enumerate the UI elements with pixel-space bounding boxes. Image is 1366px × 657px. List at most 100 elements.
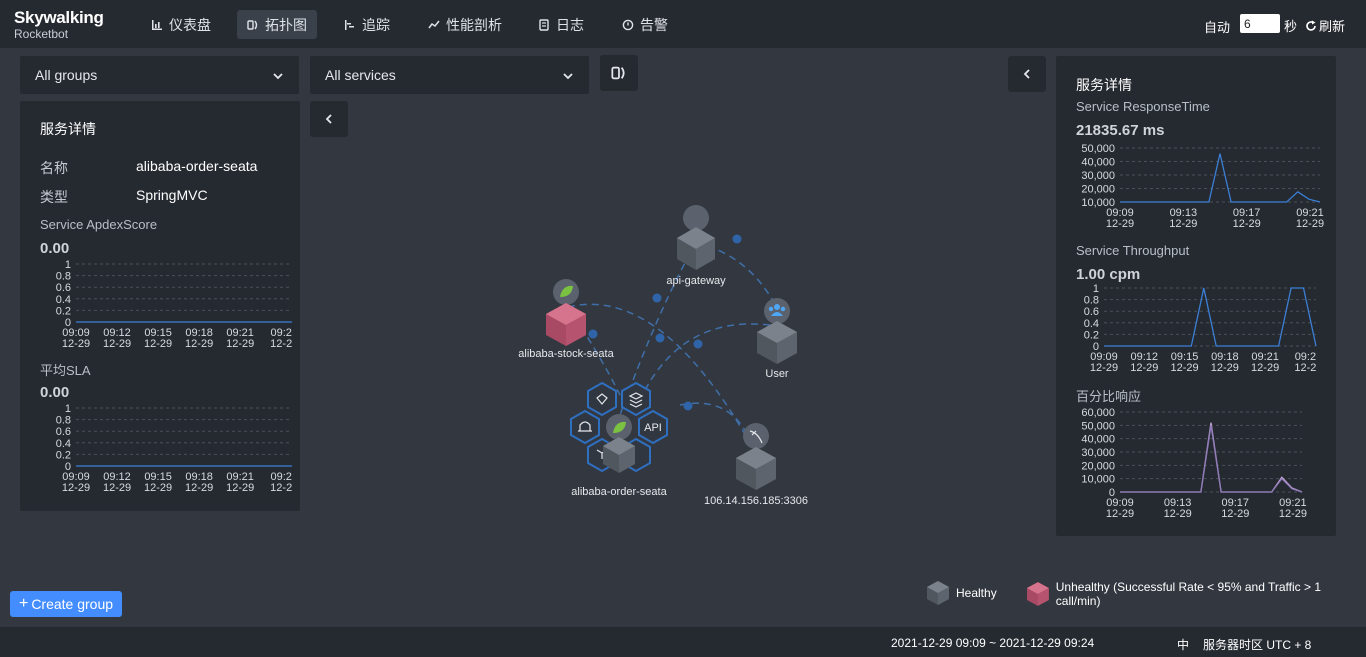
alarm-icon (622, 19, 634, 30)
x-tick-label: 12-29 (1164, 508, 1192, 520)
type-label: 类型 (40, 189, 68, 205)
x-tick-label: 12-29 (1221, 508, 1249, 520)
time-range[interactable]: 2021-12-29 09:09 ~ 2021-12-29 09:24 (891, 636, 1094, 650)
y-tick-label: 0.6 (1084, 306, 1099, 318)
x-tick-label: 12-2 (270, 338, 292, 350)
x-tick-label: 12-29 (185, 338, 213, 350)
nav-trace-label: 追踪 (362, 16, 390, 33)
topology-icon (611, 66, 625, 80)
percentile-label: 百分比响应 (1076, 389, 1142, 404)
api-icon: API (644, 422, 662, 434)
create-group-button[interactable]: + Create group (10, 591, 122, 617)
nav-profile[interactable]: 性能剖析 (418, 10, 512, 39)
auto-refresh-interval-input[interactable] (1240, 14, 1280, 33)
x-tick-label: 12-2 (1294, 362, 1316, 374)
logo[interactable]: Skywalking Rocketbot (14, 9, 104, 42)
create-group-label: Create group (31, 596, 114, 612)
footer: 2021-12-29 09:09 ~ 2021-12-29 09:24 中 服务… (0, 627, 1366, 657)
throughput-value: 1.00 cpm (1076, 266, 1141, 283)
service-detail-panel-left: 服务详情 名称 alibaba-order-seata 类型 SpringMVC… (20, 101, 300, 511)
x-tick-label: 12-29 (1169, 218, 1197, 230)
node-label: 106.14.156.185:3306 (704, 495, 808, 507)
nav-log[interactable]: 日志 (528, 10, 594, 39)
x-tick-label: 12-29 (103, 482, 131, 494)
name-value: alibaba-order-seata (136, 158, 258, 174)
bar-chart-icon (152, 19, 162, 30)
nav-topology[interactable]: 拓扑图 (237, 10, 317, 39)
x-tick-label: 12-29 (226, 482, 254, 494)
x-tick-label: 12-29 (1211, 362, 1239, 374)
node-label: api-gateway (666, 275, 726, 287)
legend-healthy: Healthy (926, 580, 997, 606)
service-select[interactable]: All services (310, 56, 589, 94)
nav-dashboard-label: 仪表盘 (169, 16, 211, 33)
node-user[interactable]: User (757, 298, 797, 380)
x-tick-label: 12-29 (1251, 362, 1279, 374)
profile-icon (428, 20, 440, 28)
x-tick-label: 12-29 (1090, 362, 1118, 374)
y-tick-label: 30,000 (1081, 170, 1115, 182)
refresh-button[interactable]: 刷新 (1305, 16, 1345, 35)
top-nav: Skywalking Rocketbot 仪表盘 拓扑图 追踪 性能剖析 日志 … (0, 0, 1366, 48)
y-tick-label: 0.8 (1084, 295, 1099, 307)
service-detail-panel-right: 服务详情 Service ResponseTime 21835.67 ms 50… (1056, 56, 1336, 536)
series-line (1104, 287, 1317, 347)
node-label: alibaba-stock-seata (518, 348, 614, 360)
seconds-label: 秒 (1284, 19, 1298, 34)
y-tick-label: 0.6 (56, 282, 71, 294)
node-mysql[interactable]: 106.14.156.185:3306 (704, 423, 808, 507)
series-line (1120, 422, 1303, 493)
throughput-label: Service Throughput (1076, 243, 1190, 258)
y-tick-label: 0.8 (56, 415, 71, 427)
x-tick-label: 12-29 (226, 338, 254, 350)
throughput-chart: 10.80.60.40.2009:0912-2909:1212-2909:151… (1084, 283, 1317, 374)
service-select-value: All services (325, 67, 396, 83)
nav-alarm[interactable]: 告警 (612, 10, 678, 39)
y-tick-label: 20,000 (1081, 460, 1115, 472)
x-tick-label: 12-29 (1170, 362, 1198, 374)
node-alibaba-stock-seata[interactable]: alibaba-stock-seata (518, 279, 615, 360)
node-alibaba-order-seata[interactable]: API alibaba-order-seata (570, 381, 668, 498)
y-tick-label: 60,000 (1081, 407, 1115, 419)
apdex-label: Service ApdexScore (40, 217, 158, 232)
nav-topology-label: 拓扑图 (265, 16, 307, 33)
y-tick-label: 0.6 (56, 426, 71, 438)
x-tick-label: 12-2 (270, 482, 292, 494)
y-tick-label: 1 (65, 259, 71, 271)
y-tick-label: 10,000 (1081, 474, 1115, 486)
percentile-chart: 60,00050,00040,00030,00020,00010,000009:… (1081, 407, 1307, 520)
nav-alarm-label: 告警 (640, 16, 668, 33)
sla-label: 平均SLA (40, 363, 91, 378)
y-tick-label: 40,000 (1081, 157, 1115, 169)
legend-healthy-label: Healthy (956, 586, 997, 600)
x-tick-label: 12-29 (1106, 218, 1134, 230)
collapse-right-button[interactable] (1008, 56, 1046, 92)
node-label: User (765, 368, 789, 380)
hex-gateway (587, 381, 617, 417)
x-tick-label: 12-29 (144, 482, 172, 494)
response-time-label: Service ResponseTime (1076, 99, 1210, 114)
nav-dashboard[interactable]: 仪表盘 (141, 10, 221, 39)
y-tick-label: 0.4 (1084, 318, 1099, 330)
language-switch[interactable]: 中 (1177, 636, 1189, 653)
x-tick-label: 12-29 (144, 338, 172, 350)
chevron-left-icon (325, 114, 332, 124)
nav-profile-label: 性能剖析 (446, 16, 502, 33)
y-tick-label: 40,000 (1081, 434, 1115, 446)
type-value: SpringMVC (136, 187, 208, 203)
topology-icon (247, 19, 258, 30)
brand-product: Rocketbot (14, 27, 69, 41)
chevron-down-icon (273, 73, 283, 80)
collapse-left-button[interactable] (310, 101, 348, 137)
y-tick-label: 20,000 (1081, 184, 1115, 196)
nav-trace[interactable]: 追踪 (334, 10, 400, 39)
x-tick-label: 12-29 (62, 338, 90, 350)
group-select[interactable]: All groups (20, 56, 299, 94)
node-api-gateway[interactable]: api-gateway (666, 205, 726, 287)
sla-value: 0.00 (40, 384, 70, 401)
series-line (1120, 425, 1303, 493)
response-time-chart: 50,00040,00030,00020,00010,00009:0912-29… (1081, 143, 1324, 230)
y-tick-label: 50,000 (1081, 420, 1115, 432)
y-tick-label: 0.4 (56, 438, 71, 450)
topology-layout-button[interactable] (600, 55, 638, 91)
